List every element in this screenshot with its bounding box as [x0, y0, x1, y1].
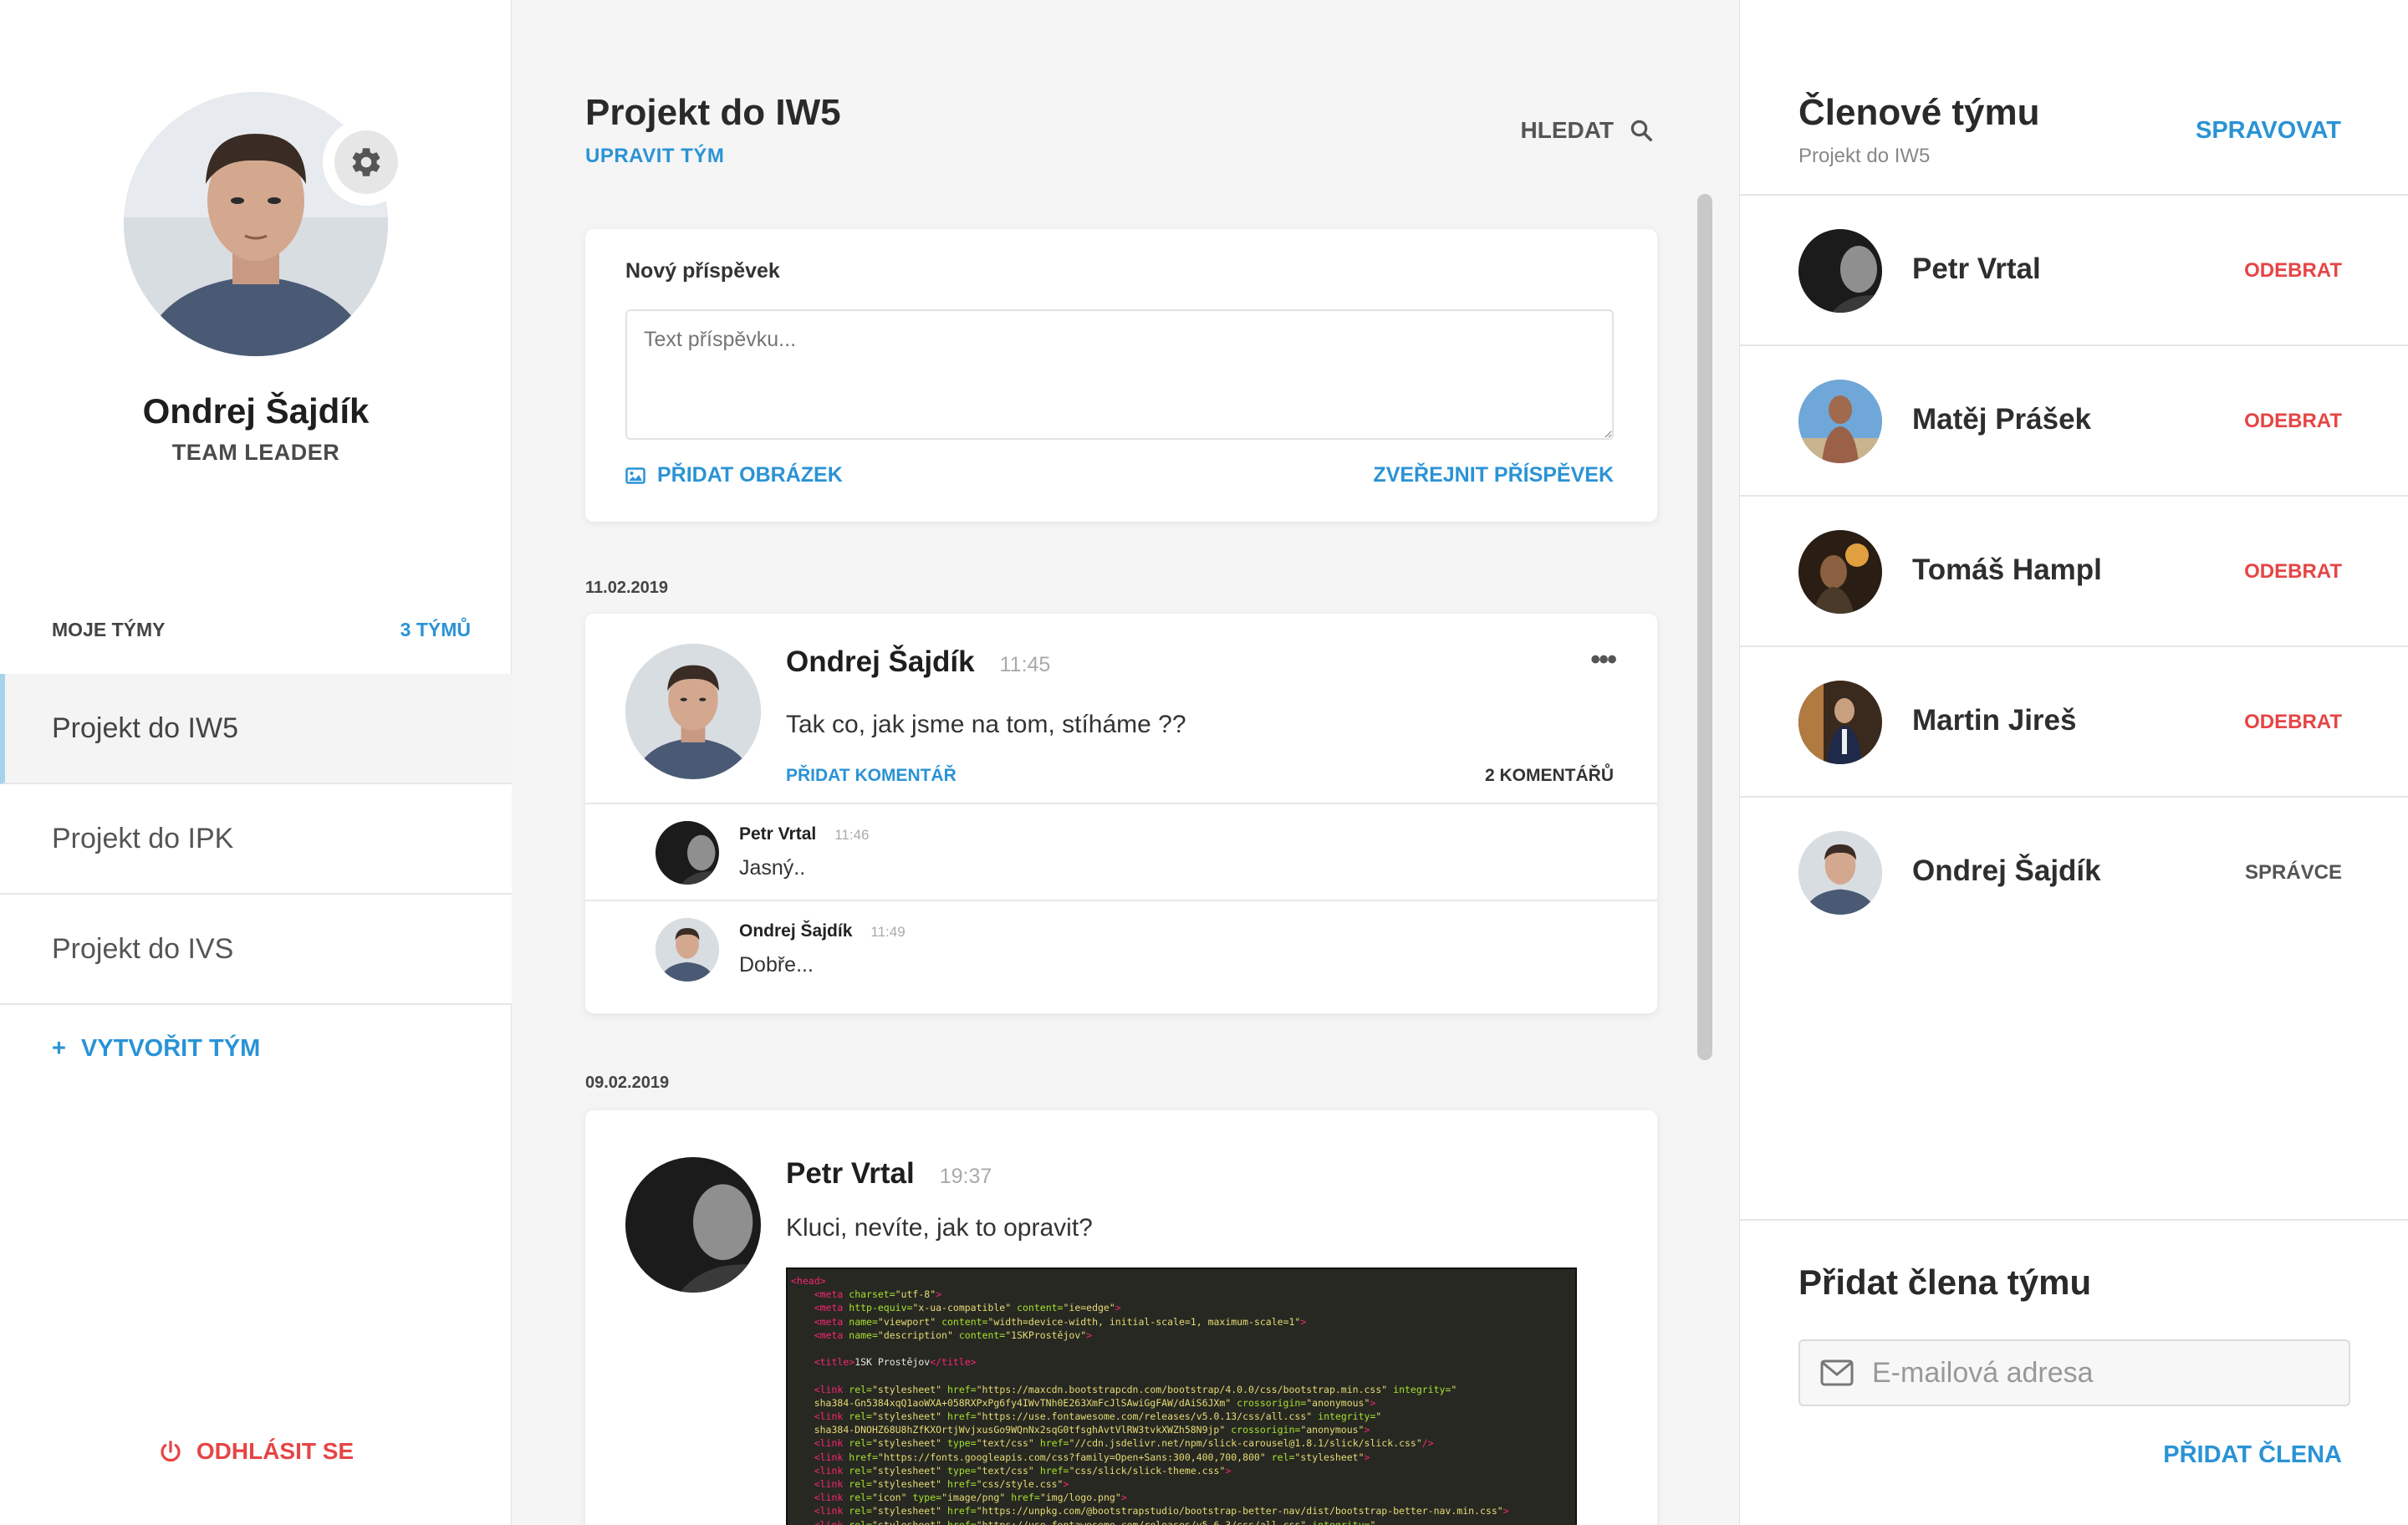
- members-title: Členové týmu: [1798, 92, 2040, 133]
- logout-label: ODHLÁSIT SE: [196, 1438, 355, 1464]
- post-card: Ondrej Šajdík 11:45 ••• Tak co, jak jsme …: [585, 614, 1657, 1013]
- image-icon: [625, 467, 645, 484]
- members-list: Petr Vrtal ODEBRAT Matěj Prášek ODEBRAT: [1740, 194, 2408, 948]
- add-image-label: PŘIDAT OBRÁZEK: [657, 463, 843, 487]
- admin-badge: SPRÁVCE: [2244, 861, 2342, 884]
- member-avatar[interactable]: [1798, 681, 1882, 764]
- comment-text: Jasný..: [739, 856, 806, 880]
- team-item-ipk[interactable]: Projekt do IPK: [0, 784, 512, 895]
- add-member-button[interactable]: PŘIDAT ČLENA: [2163, 1441, 2342, 1469]
- member-row: Matěj Prášek ODEBRAT: [1740, 346, 2408, 497]
- remove-member-button[interactable]: ODEBRAT: [2244, 560, 2342, 584]
- post-author: Ondrej Šajdík 11:45: [786, 645, 1050, 679]
- post-time: 11:45: [999, 653, 1051, 676]
- member-row: Ondrej Šajdík SPRÁVCE: [1740, 798, 2408, 948]
- post-author-name: Petr Vrtal: [786, 1157, 915, 1190]
- post-text: Kluci, nevíte, jak to opravit?: [786, 1214, 1093, 1242]
- member-avatar[interactable]: [1798, 229, 1882, 313]
- search-label: HLEDAT: [1520, 117, 1614, 143]
- members-subtitle: Projekt do IW5: [1798, 145, 1931, 167]
- comment-author: Petr Vrtal 11:46: [739, 824, 870, 844]
- logout-button[interactable]: ODHLÁSIT SE: [0, 1438, 512, 1465]
- post-text-input[interactable]: [625, 309, 1614, 440]
- envelope-icon: [1820, 1359, 1854, 1386]
- comment-item: Ondrej Šajdík 11:49 Dobře...: [585, 900, 1657, 997]
- edit-team-link[interactable]: UPRAVIT TÝM: [585, 145, 724, 168]
- post-date: 11.02.2019: [585, 579, 668, 597]
- post-author-avatar[interactable]: [625, 1157, 761, 1293]
- email-field-wrapper: [1798, 1339, 2350, 1406]
- member-name: Matěj Prášek: [1912, 403, 2092, 436]
- comment-author-avatar[interactable]: [656, 918, 719, 982]
- add-member-section: Přidat člena týmu PŘIDAT ČLENA: [1740, 1219, 2408, 1525]
- teams-header: MOJE TÝMY 3 TÝMŮ: [52, 619, 471, 641]
- teams-label: MOJE TÝMY: [52, 619, 166, 640]
- user-name: Ondrej Šajdík: [142, 391, 370, 431]
- member-name: Martin Jireš: [1912, 704, 2077, 737]
- profile-avatar-wrapper: [124, 92, 410, 356]
- post-author: Petr Vrtal 19:37: [786, 1157, 992, 1191]
- team-list: Projekt do IW5 Projekt do IPK Projekt do…: [0, 674, 512, 1005]
- post-author-name: Ondrej Šajdík: [786, 645, 975, 678]
- new-post-card: Nový příspěvek PŘIDAT OBRÁZEK ZVEŘEJNIT …: [585, 229, 1657, 522]
- add-comment-button[interactable]: PŘIDAT KOMENTÁŘ: [786, 766, 957, 786]
- user-role: TEAM LEADER: [171, 440, 340, 465]
- member-name: Ondrej Šajdík: [1912, 854, 2101, 887]
- teams-count[interactable]: 3 TÝMŮ: [400, 619, 471, 641]
- team-item-iw5[interactable]: Projekt do IW5: [0, 674, 512, 784]
- search-button[interactable]: HLEDAT: [1521, 117, 1654, 144]
- post-time: 19:37: [939, 1165, 992, 1188]
- comment-author-name: Petr Vrtal: [739, 824, 817, 844]
- remove-member-button[interactable]: ODEBRAT: [2244, 410, 2342, 433]
- power-icon: [161, 1441, 181, 1462]
- feed-scrollbar[interactable]: [1697, 194, 1712, 1060]
- remove-member-button[interactable]: ODEBRAT: [2244, 711, 2342, 734]
- member-name: Tomáš Hampl: [1912, 553, 2102, 586]
- left-sidebar: Ondrej Šajdík TEAM LEADER MOJE TÝMY 3 TÝ…: [0, 0, 512, 1525]
- create-team-button[interactable]: + VYTVOŘIT TÝM: [52, 1035, 260, 1063]
- member-row: Tomáš Hampl ODEBRAT: [1740, 497, 2408, 647]
- code-screenshot-image[interactable]: <head> <meta charset="utf-8"> <meta http…: [786, 1267, 1577, 1525]
- page-title: Projekt do IW5: [585, 92, 841, 133]
- remove-member-button[interactable]: ODEBRAT: [2244, 259, 2342, 283]
- settings-button[interactable]: [323, 119, 410, 206]
- comment-time: 11:46: [834, 827, 870, 843]
- member-row: Petr Vrtal ODEBRAT: [1740, 196, 2408, 346]
- member-row: Martin Jireš ODEBRAT: [1740, 647, 2408, 798]
- post-date: 09.02.2019: [585, 1074, 670, 1092]
- email-field[interactable]: [1872, 1356, 2340, 1390]
- gear-icon: [352, 148, 380, 176]
- member-avatar[interactable]: [1798, 530, 1882, 614]
- comment-text: Dobře...: [739, 953, 814, 977]
- create-team-label: VYTVOŘIT TÝM: [80, 1035, 261, 1062]
- search-icon: [1630, 120, 1652, 141]
- add-image-button[interactable]: PŘIDAT OBRÁZEK: [625, 463, 843, 487]
- plus-icon: +: [52, 1035, 66, 1062]
- more-dots-icon[interactable]: •••: [1590, 644, 1617, 676]
- post-card: Petr Vrtal 19:37 Kluci, nevíte, jak to op…: [585, 1110, 1657, 1525]
- members-panel: Členové týmu Projekt do IW5 SPRAVOVAT Pe…: [1739, 0, 2408, 1525]
- comment-time: 11:49: [870, 924, 906, 940]
- member-avatar[interactable]: [1798, 380, 1882, 463]
- publish-post-button[interactable]: ZVEŘEJNIT PŘÍSPĚVEK: [1373, 463, 1614, 487]
- comment-item: Petr Vrtal 11:46 Jasný..: [585, 803, 1657, 900]
- comment-author-avatar[interactable]: [656, 821, 719, 885]
- comment-author-name: Ondrej Šajdík: [739, 921, 853, 941]
- comment-count[interactable]: 2 KOMENTÁŘŮ: [1485, 766, 1614, 786]
- member-avatar[interactable]: [1798, 831, 1882, 915]
- post-text: Tak co, jak jsme na tom, stíháme ??: [786, 711, 1186, 738]
- team-item-ivs[interactable]: Projekt do IVS: [0, 895, 512, 1005]
- member-name: Petr Vrtal: [1912, 252, 2041, 285]
- add-member-title: Přidat člena týmu: [1798, 1262, 2092, 1302]
- comment-author: Ondrej Šajdík 11:49: [739, 921, 906, 941]
- manage-members-button[interactable]: SPRAVOVAT: [2196, 117, 2341, 145]
- feed-panel: Projekt do IW5 UPRAVIT TÝM HLEDAT Nový p…: [512, 0, 1739, 1525]
- new-post-title: Nový příspěvek: [625, 259, 780, 283]
- post-author-avatar[interactable]: [625, 644, 761, 779]
